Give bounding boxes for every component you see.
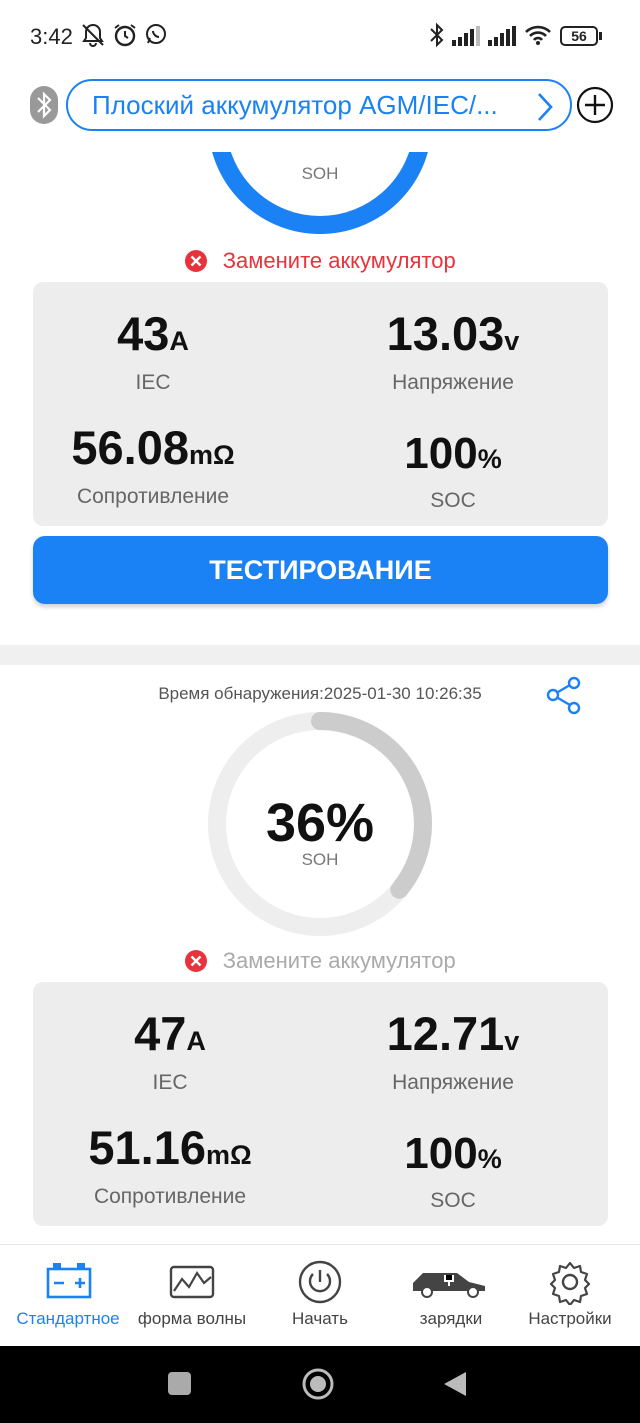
metrics-panel: 47A IEC 12.71v Напряжение 51.16mΩ Сопрот… [33,982,608,1226]
error-icon [185,250,208,272]
soc-value: 100 [404,429,478,478]
iec-unit: A [186,1026,206,1056]
nav-settings[interactable]: Настройки [506,1245,634,1347]
gauge-progress [208,152,432,234]
wifi-icon [525,25,551,45]
device-selector[interactable]: Плоский аккумулятор AGM/IEC/... [66,79,572,131]
signal-icon [452,26,480,46]
soc-label: SOC [430,489,476,512]
soc-label: SOC [430,1189,476,1212]
nav-label: зарядки [419,1309,483,1328]
nav-start[interactable]: Начать [256,1245,384,1347]
status-text: Замените аккумулятор [222,248,456,273]
resistance-unit: mΩ [188,440,235,470]
bottom-nav: Стандартное форма волны Начать зарядки Н… [0,1244,640,1346]
metric-resistance: 56.08mΩ Сопротивление [18,422,288,509]
metric-voltage: 12.71v Напряжение [318,1008,588,1095]
iec-label: IEC [135,371,171,394]
chevron-right-icon [538,93,553,121]
share-icon[interactable] [544,676,584,716]
resistance-label: Сопротивление [93,1185,247,1208]
nav-label: Настройки [528,1309,612,1328]
soc-unit: % [477,1144,502,1174]
waveform-icon [169,1265,215,1299]
resistance-label: Сопротивление [76,485,230,508]
metric-resistance: 51.16mΩ Сопротивление [35,1122,305,1209]
battery-status: Замените аккумулятор [0,948,640,982]
soc-value: 100 [404,1129,478,1178]
voltage-unit: v [504,1026,520,1056]
battery-icon: 56 [560,26,598,46]
battery-level: 56 [571,28,587,44]
car-charging-icon [413,1273,485,1298]
nav-label: Стандартное [16,1309,120,1328]
soh-value: 36% [265,793,375,853]
status-bar: 3:42 56 [0,0,640,72]
status-time: 3:42 [30,24,73,49]
resistance-value: 51.16 [88,1121,206,1174]
power-icon [298,1260,342,1304]
status-text: Замените аккумулятор [222,948,456,973]
soc-unit: % [477,444,502,474]
iec-unit: A [169,326,189,356]
voltage-label: Напряжение [392,1071,514,1094]
signal-icon [488,26,516,46]
metric-soc: 100% SOC [318,428,588,513]
soh-label: SOH [301,164,339,183]
gear-icon [549,1261,591,1305]
battery-status: Замените аккумулятор [0,248,640,282]
metric-iec: 47A IEC [35,1008,305,1095]
voltage-value: 13.03 [386,307,505,360]
metric-iec: 43A IEC [18,308,288,395]
battery-tip [599,32,602,40]
alarm-icon [114,24,136,47]
nav-standard[interactable]: Стандартное [4,1245,132,1347]
iec-value: 43 [117,307,170,360]
voltage-label: Напряжение [392,371,514,394]
bluetooth-icon [430,22,444,48]
add-icon[interactable] [576,86,614,124]
system-nav-bar [0,1346,640,1423]
metric-voltage: 13.03v Напряжение [318,308,588,395]
app-header: Плоский аккумулятор AGM/IEC/... [0,72,640,152]
bell-off-icon [82,23,104,47]
voltage-unit: v [504,326,520,356]
iec-label: IEC [152,1071,188,1094]
resistance-value: 56.08 [71,421,189,474]
test-button[interactable]: ТЕСТИРОВАНИЕ [33,536,608,604]
nav-charging[interactable]: зарядки [387,1245,515,1347]
nav-label: Начать [292,1309,348,1328]
device-name: Плоский аккумулятор AGM/IEC/... [92,90,498,120]
voltage-value: 12.71 [386,1007,505,1060]
recent-apps-button[interactable] [168,1372,191,1395]
whatsapp-icon [146,24,166,44]
error-icon [185,950,208,972]
section-divider [0,645,640,665]
soh-gauge: SOH [208,152,432,234]
bluetooth-status[interactable] [30,86,58,124]
iec-value: 47 [134,1007,187,1060]
metrics-panel: 43A IEC 13.03v Напряжение 56.08mΩ Сопрот… [33,282,608,526]
bluetooth-icon [37,91,52,119]
nav-label: форма волны [137,1309,247,1328]
back-button[interactable] [442,1370,468,1398]
metric-soc: 100% SOC [318,1128,588,1213]
soh-label: SOH [301,850,339,869]
nav-waveform[interactable]: форма волны [128,1245,256,1347]
battery-icon [46,1263,92,1299]
resistance-unit: mΩ [205,1140,252,1170]
soh-gauge: 36% SOH [208,712,432,936]
home-button[interactable] [301,1367,335,1401]
